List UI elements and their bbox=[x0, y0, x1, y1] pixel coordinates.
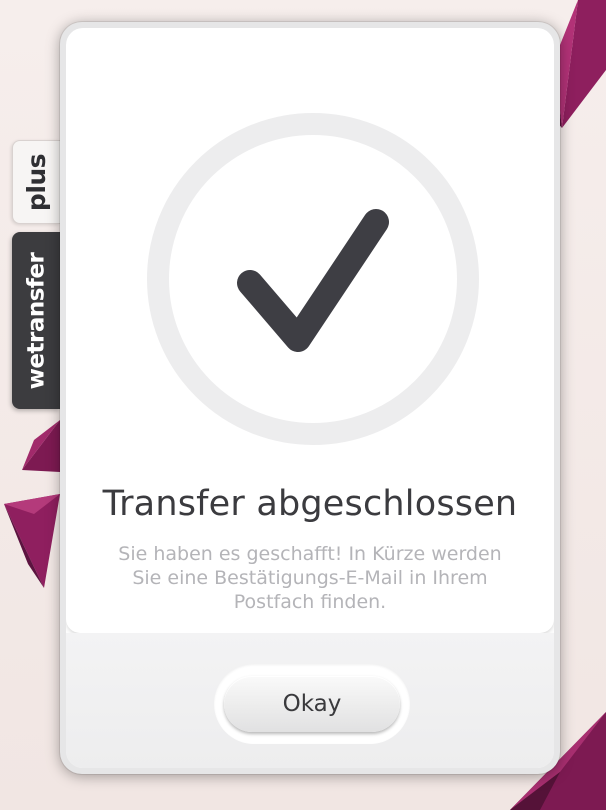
tab-wetransfer[interactable]: wetransfer bbox=[12, 232, 60, 409]
crystal-shape-left-mid bbox=[22, 420, 62, 472]
dialog-body: Transfer abgeschlossen Sie haben es gesc… bbox=[66, 28, 554, 768]
page-background: plus wetransfer Transfer abgeschlossen S… bbox=[0, 0, 606, 810]
crystal-shape-left-low bbox=[4, 494, 64, 590]
checkmark-icon bbox=[146, 112, 480, 446]
dialog-content-panel: Transfer abgeschlossen Sie haben es gesc… bbox=[66, 28, 554, 633]
okay-button-label: Okay bbox=[224, 676, 400, 732]
tab-plus-label: plus bbox=[22, 153, 51, 211]
dialog-message: Sie haben es geschafft! In Kürze werden … bbox=[118, 543, 502, 613]
wetransfer-logo: wetransfer bbox=[23, 252, 49, 389]
okay-button[interactable]: Okay bbox=[214, 664, 410, 744]
dialog-title: Transfer abgeschlossen bbox=[102, 484, 518, 524]
transfer-complete-dialog: Transfer abgeschlossen Sie haben es gesc… bbox=[60, 22, 560, 774]
tab-plus[interactable]: plus bbox=[12, 140, 60, 224]
